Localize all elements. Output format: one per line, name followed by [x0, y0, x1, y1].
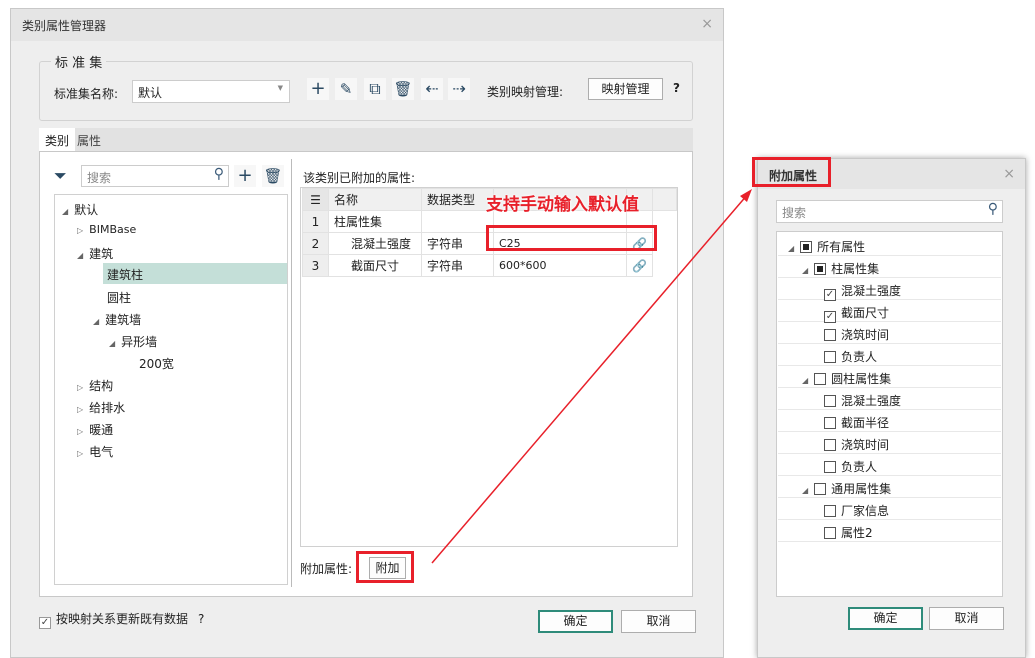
check-item[interactable]: 浇筑时间	[778, 322, 1001, 344]
search-icon: ⚲	[987, 201, 998, 217]
check-item-label: 通用属性集	[831, 482, 892, 496]
check-item-label: 厂家信息	[841, 504, 890, 518]
check-item[interactable]: ◢ 通用属性集	[778, 476, 1001, 498]
popup-cancel-button[interactable]: 取消	[929, 607, 1004, 630]
check-item[interactable]: 属性2	[778, 520, 1001, 542]
check-item-label: 截面半径	[841, 416, 890, 430]
check-item[interactable]: 混凝土强度	[778, 388, 1001, 410]
check-item[interactable]: ◢ 圆柱属性集	[778, 366, 1001, 388]
check-item[interactable]: 截面半径	[778, 410, 1001, 432]
expand-icon[interactable]: ◢	[802, 266, 808, 275]
check-item-label: 浇筑时间	[841, 328, 890, 342]
checkbox[interactable]	[824, 461, 836, 473]
check-item-label: 负责人	[841, 460, 878, 474]
expand-icon[interactable]: ◢	[788, 244, 794, 253]
check-item-label: 混凝土强度	[841, 394, 902, 408]
check-item-label: 属性2	[841, 526, 873, 540]
expand-icon[interactable]: ◢	[802, 376, 808, 385]
check-item[interactable]: ✓ 混凝土强度	[778, 278, 1001, 301]
checkbox[interactable]	[814, 263, 827, 275]
check-item-label: 所有属性	[817, 240, 866, 254]
popup-close-icon[interactable]: ×	[1003, 166, 1015, 182]
check-item-label: 浇筑时间	[841, 438, 890, 452]
check-item[interactable]: ✓ 截面尺寸	[778, 300, 1001, 323]
popup-search-input[interactable]: 搜索 ⚲	[776, 200, 1003, 223]
check-item-label: 负责人	[841, 350, 878, 364]
checkbox[interactable]	[824, 395, 836, 407]
attach-attribute-dialog: 附加属性 × 搜索 ⚲ ◢ 所有属性 ◢ 柱属性集 ✓ 混凝土强度 ✓ 截面尺寸 浇筑时间 负责人 ◢ 圆…	[757, 158, 1026, 658]
check-item[interactable]: ◢ 柱属性集	[778, 256, 1001, 278]
checkbox[interactable]	[814, 483, 827, 495]
checkbox[interactable]	[824, 351, 836, 363]
expand-icon[interactable]: ◢	[802, 486, 808, 495]
checkbox[interactable]	[824, 329, 836, 341]
checkbox[interactable]	[800, 241, 813, 253]
checkbox[interactable]	[824, 439, 836, 451]
checkbox[interactable]	[824, 505, 836, 517]
search-placeholder: 搜索	[782, 206, 807, 220]
check-item[interactable]: 负责人	[778, 454, 1001, 476]
check-item[interactable]: ◢ 所有属性	[778, 234, 1001, 256]
check-item-label: 圆柱属性集	[831, 372, 892, 386]
checkbox[interactable]	[824, 527, 836, 539]
check-item-label: 混凝土强度	[841, 284, 902, 298]
check-item-label: 柱属性集	[831, 262, 880, 276]
checkbox[interactable]	[814, 373, 827, 385]
check-item[interactable]: 浇筑时间	[778, 432, 1001, 454]
popup-ok-button[interactable]: 确定	[848, 607, 923, 630]
checkbox[interactable]	[824, 417, 836, 429]
attribute-check-tree: ◢ 所有属性 ◢ 柱属性集 ✓ 混凝土强度 ✓ 截面尺寸 浇筑时间 负责人 ◢ 圆柱属性集 混凝土强度截…	[776, 231, 1003, 597]
check-item-label: 截面尺寸	[841, 306, 890, 320]
check-item[interactable]: 负责人	[778, 344, 1001, 366]
popup-title-highlight	[752, 157, 831, 187]
check-item[interactable]: 厂家信息	[778, 498, 1001, 520]
